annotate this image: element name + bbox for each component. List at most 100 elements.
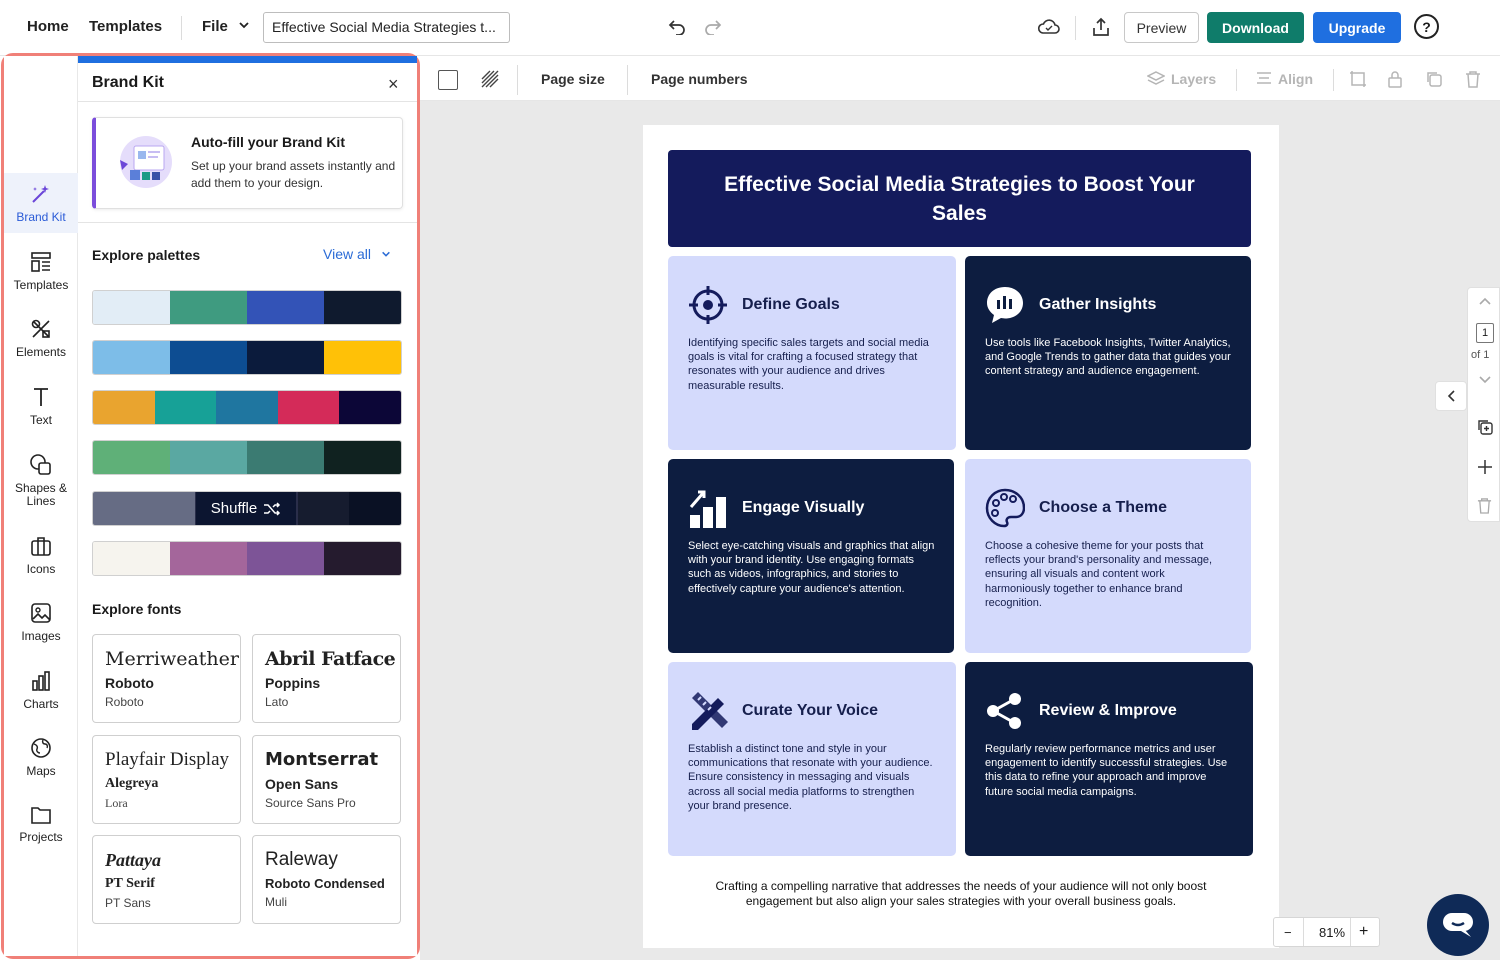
rail-item-maps[interactable]: Maps <box>4 737 78 797</box>
palette-swatch <box>170 542 247 575</box>
page-numbers-button[interactable]: Page numbers <box>651 71 747 87</box>
help-icon[interactable]: ? <box>1414 14 1439 39</box>
transparency-icon[interactable] <box>480 69 500 94</box>
font-pair-card[interactable]: Raleway Roboto Condensed Muli <box>252 835 401 924</box>
align-button[interactable]: Align <box>1256 71 1313 87</box>
palette-swatch <box>324 441 401 474</box>
palette-swatch <box>297 492 350 525</box>
lock-icon[interactable] <box>1387 70 1403 93</box>
card-curate-voice[interactable]: Curate Your Voice Establish a distinct t… <box>668 662 956 856</box>
undo-icon[interactable] <box>666 16 688 38</box>
rail-item-icons[interactable]: Icons <box>4 535 78 595</box>
divider <box>1333 69 1334 91</box>
close-icon[interactable]: × <box>388 74 399 95</box>
zoom-out-button[interactable]: − <box>1284 925 1292 940</box>
autofill-title: Auto-fill your Brand Kit <box>191 134 345 150</box>
font-pair-card[interactable]: Playfair Display Alegreya Lora <box>92 735 241 824</box>
trash-icon[interactable] <box>1465 70 1481 93</box>
palette-swatch <box>324 291 401 324</box>
layers-icon <box>1146 71 1166 85</box>
file-menu[interactable]: File <box>202 18 250 35</box>
font-secondary: Roboto <box>105 675 154 691</box>
rail-item-label: Shapes & Lines <box>14 481 68 508</box>
delete-page-icon[interactable] <box>1477 497 1492 514</box>
palette-swatch <box>93 291 170 324</box>
card-title: Gather Insights <box>1039 296 1157 313</box>
rail-item-shapes-lines[interactable]: Shapes & Lines <box>4 453 78 513</box>
rail-item-charts[interactable]: Charts <box>4 670 78 730</box>
rail-item-text[interactable]: Text <box>4 386 78 446</box>
cloud-sync-icon[interactable] <box>1036 14 1062 40</box>
font-pair-card[interactable]: Abril Fatface Poppins Lato <box>252 634 401 723</box>
rail-item-images[interactable]: Images <box>4 602 78 662</box>
card-review-improve[interactable]: Review & Improve Regularly review perfor… <box>965 662 1253 856</box>
rail-item-label: Projects <box>19 830 63 844</box>
upgrade-button[interactable]: Upgrade <box>1313 12 1401 43</box>
chevron-down-icon[interactable] <box>1478 375 1492 385</box>
document-title-input[interactable]: Effective Social Media Strategies t... <box>263 12 510 43</box>
add-page-icon[interactable] <box>1477 459 1493 475</box>
card-choose-theme[interactable]: Choose a Theme Choose a cohesive theme f… <box>965 459 1251 653</box>
preview-button[interactable]: Preview <box>1124 12 1199 43</box>
layers-button[interactable]: Layers <box>1146 71 1216 87</box>
font-pair-card[interactable]: Merriweather Roboto Roboto <box>92 634 241 723</box>
zoom-in-button[interactable]: + <box>1359 923 1368 941</box>
zoom-level[interactable]: 81% <box>1319 925 1345 940</box>
rail-item-label: Brand Kit <box>16 210 66 224</box>
templates-link[interactable]: Templates <box>89 18 162 35</box>
page-size-button[interactable]: Page size <box>541 71 605 87</box>
crop-icon[interactable] <box>1349 70 1367 93</box>
chat-support-button[interactable] <box>1427 894 1489 956</box>
font-pair-card[interactable]: Pattaya PT Serif PT Sans <box>92 835 241 924</box>
collapse-panel-button[interactable] <box>1435 381 1467 411</box>
palette-row[interactable] <box>92 541 402 576</box>
home-link[interactable]: Home <box>27 18 69 35</box>
rail-item-projects[interactable]: Projects <box>4 805 78 865</box>
palette-row[interactable] <box>92 340 402 375</box>
divider <box>78 222 417 223</box>
font-tertiary: Roboto <box>105 695 144 709</box>
chevron-up-icon[interactable] <box>1478 296 1492 306</box>
font-pair-card[interactable]: Montserrat Open Sans Source Sans Pro <box>252 735 401 824</box>
zoom-control: − 81% + <box>1273 917 1380 947</box>
palette-row[interactable] <box>92 290 402 325</box>
add-page-copy-icon[interactable] <box>1476 418 1494 436</box>
palette-swatch <box>277 391 340 424</box>
card-engage-visually[interactable]: Engage Visually Select eye-catching visu… <box>668 459 954 653</box>
palette-row[interactable] <box>92 390 402 425</box>
brand-kit-illustration-icon <box>120 136 172 188</box>
divider <box>517 65 518 95</box>
background-color-icon[interactable] <box>438 70 458 90</box>
infographic-title[interactable]: Effective Social Media Strategies to Boo… <box>668 150 1251 247</box>
palette-row[interactable] <box>92 440 402 475</box>
rail-item-brand-kit[interactable]: Brand Kit <box>4 173 78 233</box>
divider <box>78 101 417 102</box>
rail-item-templates[interactable]: Templates <box>4 251 78 311</box>
font-tertiary: PT Sans <box>105 896 151 910</box>
font-primary: Montserrat <box>265 749 379 770</box>
autofill-brand-kit-card[interactable]: Auto-fill your Brand Kit Set up your bra… <box>92 117 403 209</box>
card-gather-insights[interactable]: Gather Insights Use tools like Facebook … <box>965 256 1251 450</box>
download-button[interactable]: Download <box>1207 12 1304 43</box>
redo-icon[interactable] <box>702 16 724 38</box>
infographic-footer-text[interactable]: Crafting a compelling narrative that add… <box>693 879 1229 909</box>
share-upload-icon[interactable] <box>1088 14 1114 40</box>
divider <box>1236 69 1237 91</box>
page-number-input[interactable]: 1 <box>1476 323 1494 343</box>
infographic-page[interactable]: Effective Social Media Strategies to Boo… <box>643 125 1279 948</box>
card-title: Review & Improve <box>1039 702 1177 719</box>
magic-wand-icon <box>32 185 49 203</box>
view-all-label: View all <box>323 246 371 262</box>
divider <box>181 16 182 40</box>
view-all-palettes-link[interactable]: View all <box>323 246 391 262</box>
rail-item-elements[interactable]: Elements <box>4 318 78 378</box>
font-primary: Merriweather <box>105 648 239 670</box>
font-primary: Playfair Display <box>105 749 230 770</box>
shuffle-button[interactable]: Shuffle <box>196 492 296 525</box>
palette-row[interactable]: Shuffle <box>92 491 402 526</box>
card-define-goals[interactable]: Define Goals Identifying specific sales … <box>668 256 956 450</box>
pencil-ruler-icon <box>692 692 728 730</box>
duplicate-icon[interactable] <box>1425 70 1443 93</box>
chat-chart-icon <box>987 287 1023 323</box>
panel-accent-bar <box>78 56 417 63</box>
